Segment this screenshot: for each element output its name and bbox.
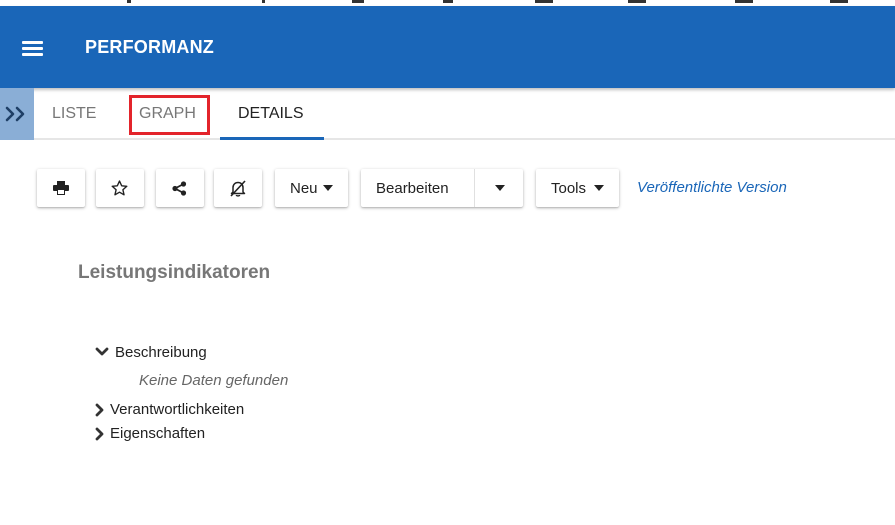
section-title: Leistungsindikatoren <box>78 262 271 283</box>
edit-dropdown-toggle[interactable] <box>495 185 505 191</box>
tree-node-verantwortlichkeiten[interactable]: Verantwortlichkeiten <box>95 400 265 420</box>
favorite-button[interactable] <box>96 169 144 207</box>
active-tab-indicator <box>220 137 324 140</box>
tab-details[interactable]: DETAILS <box>238 105 304 123</box>
tools-button-label: Tools <box>551 180 587 197</box>
bell-slash-icon <box>230 180 246 197</box>
tree-node-label: Eigenschaften <box>110 425 206 442</box>
notifications-off-button[interactable] <box>214 169 262 207</box>
chevron-down-icon <box>95 347 109 356</box>
chevron-right-icon <box>95 427 104 441</box>
tab-liste[interactable]: LISTE <box>52 105 96 123</box>
tree-node-beschreibung[interactable]: Beschreibung <box>95 343 225 363</box>
edit-split-button: Bearbeiten <box>361 169 523 207</box>
chevron-down-icon <box>594 185 604 191</box>
split-divider <box>474 169 475 207</box>
chevron-down-icon <box>323 185 333 191</box>
star-icon <box>111 180 128 196</box>
published-version-link[interactable]: Veröffentlichte Version <box>637 179 787 196</box>
graph-tab-highlight <box>129 95 210 135</box>
sidebar-expand-icon[interactable] <box>0 88 34 140</box>
share-button[interactable] <box>156 169 204 207</box>
share-icon <box>172 181 187 196</box>
edit-button[interactable]: Bearbeiten <box>376 180 449 197</box>
app-title: PERFORMANZ <box>85 37 214 57</box>
tree-node-label: Verantwortlichkeiten <box>110 401 245 418</box>
tree-node-eigenschaften[interactable]: Eigenschaften <box>95 424 225 444</box>
new-button[interactable]: Neu <box>275 169 348 207</box>
tree-node-label: Beschreibung <box>115 344 207 361</box>
print-button[interactable] <box>37 169 85 207</box>
chevron-right-icon <box>95 403 104 417</box>
printer-icon <box>53 181 69 195</box>
tools-button[interactable]: Tools <box>536 169 619 207</box>
new-button-label: Neu <box>290 180 318 197</box>
empty-state-text: Keine Daten gefunden <box>139 372 289 389</box>
app-bar: PERFORMANZ <box>0 6 895 88</box>
menu-icon[interactable] <box>20 39 46 59</box>
